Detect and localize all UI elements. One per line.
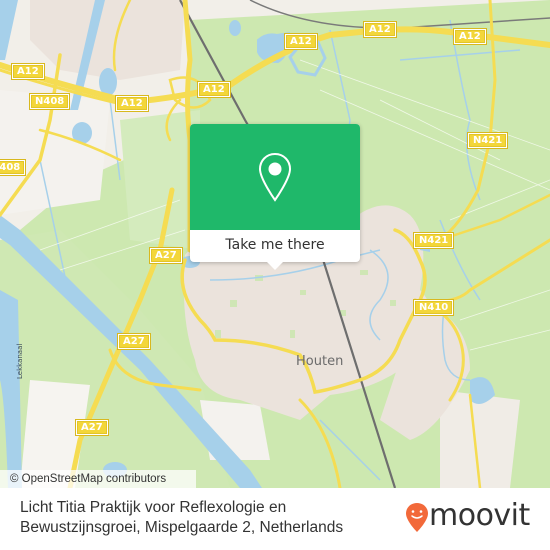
road-shield-n421: N421 [466, 132, 509, 149]
city-label-houten: Houten [296, 354, 344, 369]
road-shield-a27: A27 [75, 419, 109, 436]
map-pin-icon [258, 152, 292, 202]
popup-header [190, 124, 360, 230]
road-shield-a12: A12 [197, 81, 231, 98]
road-shield-n410: N410 [412, 299, 455, 316]
map-view[interactable]: A12 A12 A12 A12 A12 A12 N408 N408 A27 A2… [0, 0, 550, 488]
road-shield-a12: A12 [11, 63, 45, 80]
take-me-there-button[interactable]: Take me there [190, 230, 360, 262]
map-attribution[interactable]: © OpenStreetMap contributors [0, 470, 196, 488]
place-title: Licht Titia Praktijk voor Reflexologie e… [20, 499, 344, 536]
road-shield-n421: N421 [412, 232, 455, 249]
road-shield-a12: A12 [453, 28, 487, 45]
road-shield-a12: A12 [284, 33, 318, 50]
road-shield-a27: A27 [149, 247, 183, 264]
road-shield-n408: N408 [0, 159, 27, 176]
road-shield-a27: A27 [117, 333, 151, 350]
destination-popup: Take me there [190, 124, 360, 270]
moovit-smiley-pin-icon [406, 503, 428, 532]
road-shield-a12: A12 [363, 21, 397, 38]
brand-name: moovit [429, 498, 530, 533]
road-shield-n408: N408 [28, 93, 71, 110]
moovit-logo[interactable]: moovit [405, 498, 530, 534]
canal-label-lekkanaal: Lekkanaal [16, 343, 24, 379]
popup-pointer [267, 262, 283, 270]
road-shield-a12: A12 [115, 95, 149, 112]
footer: Licht Titia Praktijk voor Reflexologie e… [0, 488, 550, 550]
